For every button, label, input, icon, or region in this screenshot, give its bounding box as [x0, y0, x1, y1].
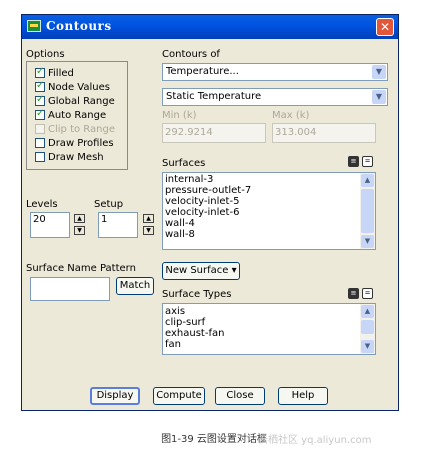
close-window-button[interactable]: ✕ [376, 18, 394, 36]
app-icon [27, 20, 41, 32]
match-button[interactable]: Match [116, 277, 154, 295]
checkbox-label: Node Values [48, 82, 110, 93]
window-title: Contours [46, 19, 112, 33]
list-item[interactable]: velocity-inlet-6 [165, 207, 359, 218]
surface-name-pattern-input[interactable] [30, 277, 110, 301]
contours-of-label: Contours of [162, 49, 220, 60]
new-surface-button[interactable]: New Surface ▾ [162, 262, 240, 280]
title-bar[interactable]: Contours ✕ [22, 15, 398, 39]
contours-dialog: Contours ✕ Options Filled Node Values Gl… [21, 14, 399, 411]
surfaces-label: Surfaces [162, 158, 206, 169]
draw-profiles-checkbox[interactable]: Draw Profiles [35, 138, 114, 151]
list-item[interactable]: fan [165, 339, 359, 350]
scroll-up-icon[interactable]: ▲ [361, 305, 374, 318]
list-item[interactable]: internal-3 [165, 174, 359, 185]
scroll-down-icon[interactable]: ▼ [361, 235, 374, 248]
checkbox-box [35, 152, 45, 162]
global-range-checkbox[interactable]: Global Range [35, 94, 115, 109]
scroll-up-icon[interactable]: ▲ [361, 174, 374, 187]
options-label: Options [26, 49, 65, 60]
checkbox-label: Auto Range [48, 110, 107, 121]
chevron-down-icon: ▼ [372, 65, 386, 79]
watermark: 云栖社区 yq.aliyun.com [258, 435, 372, 446]
surface-types-list[interactable]: axis clip-surf exhaust-fan fan ▲ ▼ [162, 303, 376, 355]
list-item[interactable]: wall-8 [165, 229, 359, 240]
checkbox-box [35, 124, 45, 134]
checkbox-label: Filled [48, 68, 74, 79]
deselect-all-icon[interactable]: = [362, 156, 373, 167]
display-button[interactable]: Display [90, 387, 140, 405]
max-label: Max (k) [272, 110, 310, 121]
close-button[interactable]: Close [215, 387, 265, 405]
checkbox-label: Draw Mesh [48, 152, 104, 163]
checkbox-box [35, 138, 45, 148]
levels-label: Levels [26, 199, 58, 210]
check-icon [35, 94, 45, 106]
list-item[interactable]: velocity-inlet-5 [165, 196, 359, 207]
levels-down-icon[interactable]: ▼ [74, 226, 85, 235]
min-field: 292.9214 [162, 123, 266, 143]
chevron-down-icon: ▼ [372, 90, 386, 104]
checkbox-label: Global Range [48, 96, 115, 107]
list-item[interactable]: pressure-outlet-7 [165, 185, 359, 196]
select-all-icon[interactable]: ≡ [348, 156, 359, 167]
variable-value: Static Temperature [166, 91, 262, 102]
contours-variable-select[interactable]: Static Temperature ▼ [162, 88, 388, 106]
options-group: Filled Node Values Global Range Auto Ran… [26, 61, 128, 170]
checkbox-label: Clip to Range [48, 124, 115, 135]
help-button[interactable]: Help [278, 387, 328, 405]
category-value: Temperature... [166, 66, 239, 77]
levels-field[interactable]: 20 [30, 212, 70, 238]
max-field: 313.004 [272, 123, 376, 143]
list-item[interactable]: clip-surf [165, 317, 359, 328]
select-all-icon[interactable]: ≡ [348, 288, 359, 299]
surfaces-scrollbar[interactable]: ▲ ▼ [360, 173, 375, 249]
scroll-down-icon[interactable]: ▼ [361, 340, 374, 353]
list-item[interactable]: axis [165, 306, 359, 317]
setup-field[interactable]: 1 [98, 212, 138, 238]
setup-down-icon[interactable]: ▼ [143, 226, 154, 235]
levels-up-icon[interactable]: ▲ [74, 214, 85, 223]
compute-button[interactable]: Compute [153, 387, 205, 405]
check-icon [35, 108, 45, 120]
surface-types-label: Surface Types [162, 289, 232, 300]
check-icon [35, 80, 45, 92]
list-item[interactable]: exhaust-fan [165, 328, 359, 339]
check-icon [35, 66, 45, 78]
min-label: Min (k) [162, 110, 197, 121]
list-item[interactable]: wall-4 [165, 218, 359, 229]
surfaces-list[interactable]: internal-3 pressure-outlet-7 velocity-in… [162, 172, 376, 250]
node-values-checkbox[interactable]: Node Values [35, 80, 110, 95]
surface-name-pattern-label: Surface Name Pattern [26, 263, 136, 274]
auto-range-checkbox[interactable]: Auto Range [35, 108, 107, 123]
setup-up-icon[interactable]: ▲ [143, 214, 154, 223]
setup-label: Setup [94, 199, 124, 210]
checkbox-label: Draw Profiles [48, 138, 114, 149]
scroll-thumb[interactable] [361, 189, 374, 233]
scroll-thumb[interactable] [361, 320, 374, 334]
draw-mesh-checkbox[interactable]: Draw Mesh [35, 152, 104, 165]
deselect-all-icon[interactable]: = [362, 288, 373, 299]
clip-to-range-checkbox: Clip to Range [35, 124, 115, 137]
contours-category-select[interactable]: Temperature... ▼ [162, 63, 388, 81]
surface-types-scrollbar[interactable]: ▲ ▼ [360, 304, 375, 354]
